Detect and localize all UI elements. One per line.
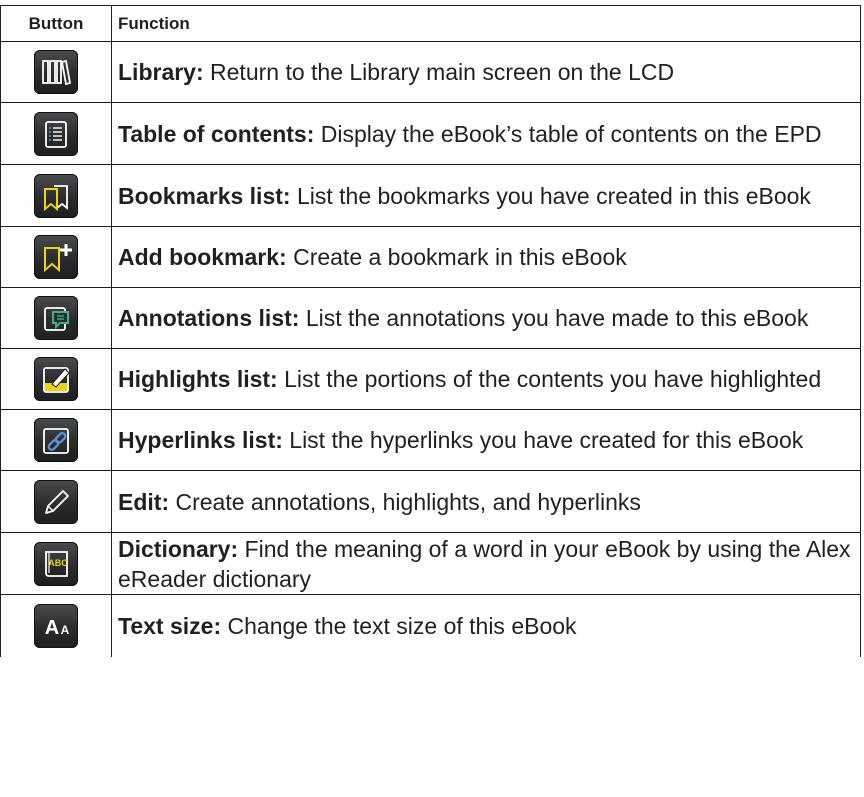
header-button: Button [0,5,112,42]
button-function-table: Button Function Library: Return to the L… [0,5,861,657]
table-row: Hyperlinks list: List the hyperlinks you… [0,409,861,471]
dictionary-icon: ABC [34,541,78,586]
row-description: Add bookmark: Create a bookmark in this … [111,226,861,288]
bookmarks-list-icon [34,173,78,218]
header-function: Function [111,5,861,42]
row-description: Table of contents: Display the eBook’s t… [111,102,861,165]
table-header-row: Button Function [0,5,861,42]
table-row: A A Text size: Change the text size of t… [0,594,861,657]
row-description: Dictionary: Find the meaning of a word i… [111,532,861,595]
library-icon [34,50,78,94]
row-description: Bookmarks list: List the bookmarks you h… [111,164,861,227]
annotations-list-icon [34,296,78,340]
row-description: Hyperlinks list: List the hyperlinks you… [111,409,861,471]
text-size-icon-large-a: A [45,617,59,639]
table-of-contents-icon [34,111,78,156]
hyperlinks-list-icon [34,418,78,462]
table-row: Annotations list: List the annotations y… [0,287,861,349]
row-description: Highlights list: List the portions of th… [111,348,861,410]
table-row: ABC Dictionary: Find the meaning of a wo… [0,532,861,595]
dictionary-icon-label: ABC [48,558,68,568]
row-description: Library: Return to the Library main scre… [111,41,861,103]
row-description: Edit: Create annotations, highlights, an… [111,470,861,533]
row-description: Text size: Change the text size of this … [111,594,861,657]
table-row: Bookmarks list: List the bookmarks you h… [0,164,861,227]
row-description: Annotations list: List the annotations y… [111,287,861,349]
table-row: Library: Return to the Library main scre… [0,41,861,103]
text-size-icon-small-a: A [61,623,70,637]
highlights-list-icon [34,357,78,401]
edit-pencil-icon [34,479,78,524]
add-bookmark-icon [34,235,78,279]
table-row: Edit: Create annotations, highlights, an… [0,470,861,533]
text-size-icon: A A [34,603,78,648]
table-row: Highlights list: List the portions of th… [0,348,861,410]
table-row: Add bookmark: Create a bookmark in this … [0,226,861,288]
table-row: Table of contents: Display the eBook’s t… [0,102,861,165]
